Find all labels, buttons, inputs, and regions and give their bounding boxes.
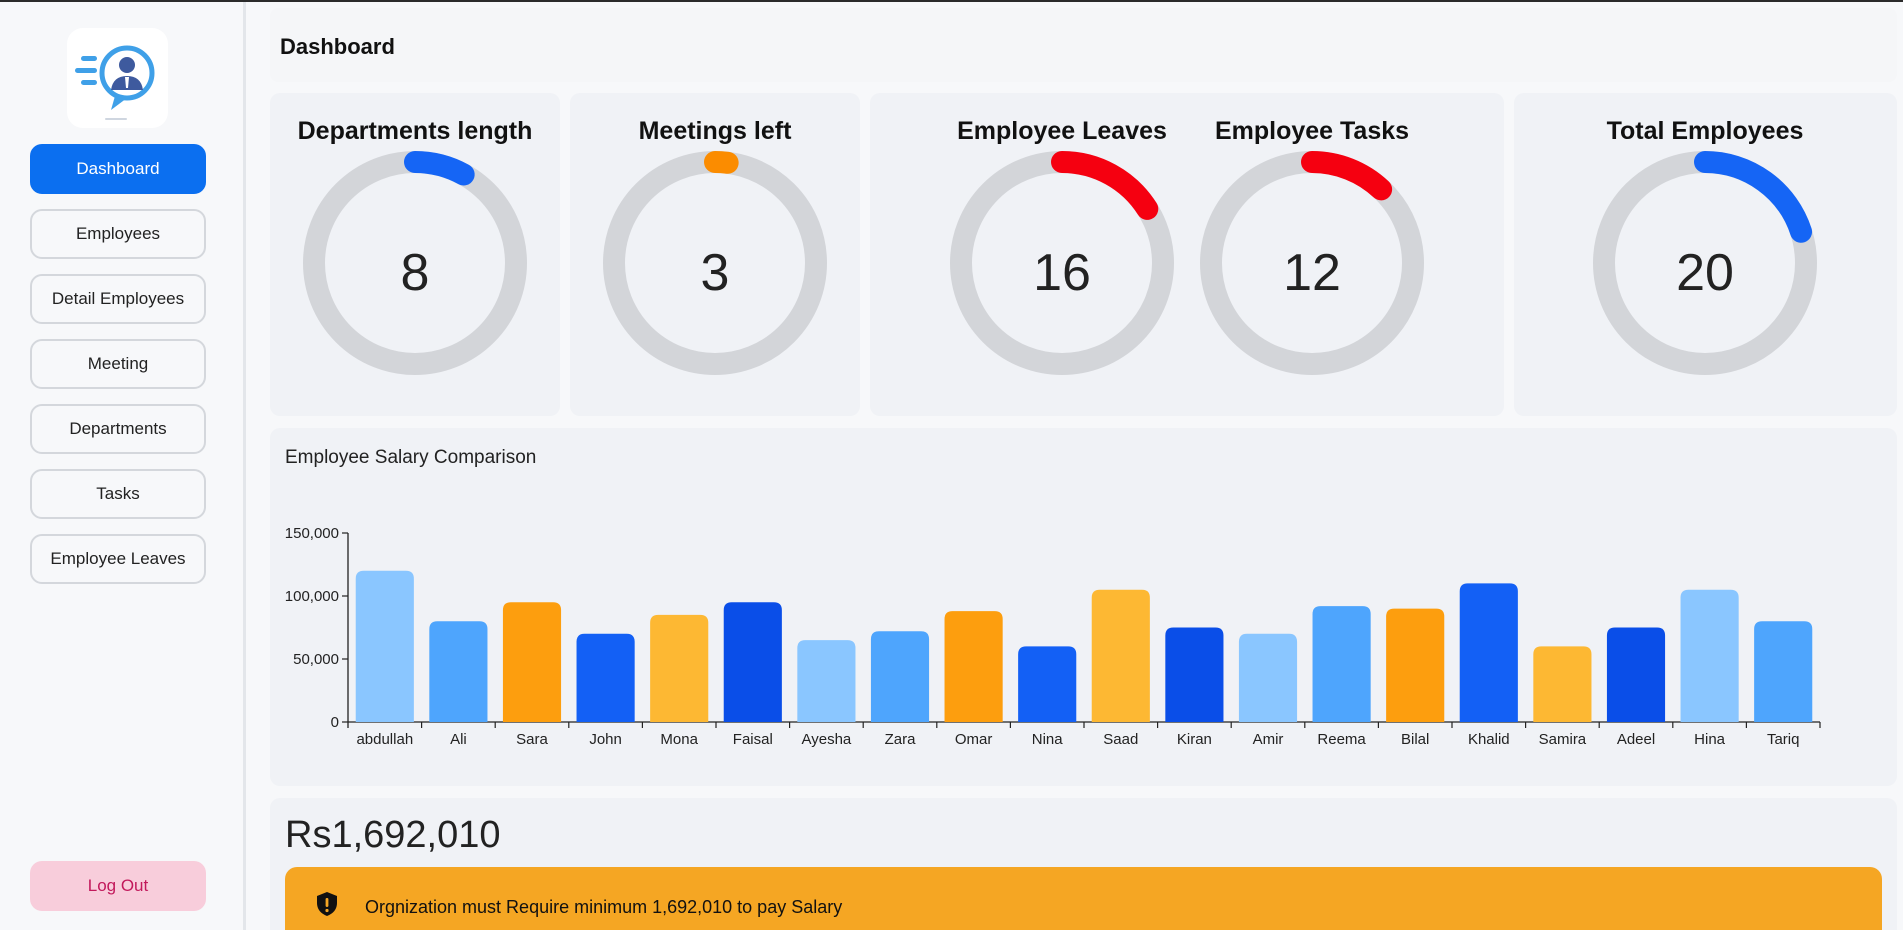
x-tick-label: Kiran bbox=[1177, 731, 1212, 748]
x-tick-label: Mona bbox=[660, 731, 698, 748]
bar[interactable] bbox=[429, 621, 488, 722]
bar[interactable] bbox=[723, 602, 782, 722]
bar[interactable] bbox=[1606, 627, 1666, 723]
employee-leaves-tasks-card: Employee Leaves 16 Employee Tasks 12 bbox=[870, 93, 1504, 416]
total-salary-amount: Rs1,692,010 bbox=[285, 814, 501, 856]
bar[interactable] bbox=[1533, 646, 1592, 722]
x-tick-label: abdullah bbox=[356, 731, 413, 748]
x-tick-label: Amir bbox=[1253, 731, 1284, 748]
gauge-value: 20 bbox=[1676, 244, 1734, 302]
page-header: Dashboard bbox=[270, 8, 1897, 82]
y-tick-label: 0 bbox=[331, 714, 339, 731]
x-tick-label: Ayesha bbox=[802, 731, 852, 748]
meetings-card: Meetings left 3 bbox=[570, 93, 860, 416]
x-tick-label: Faisal bbox=[733, 731, 773, 748]
x-tick-label: Tariq bbox=[1767, 731, 1800, 748]
gauge-value: 16 bbox=[1033, 244, 1091, 302]
bar[interactable] bbox=[1238, 633, 1298, 722]
departments-card: Departments length 8 bbox=[270, 93, 560, 416]
gauge-progress-arc bbox=[704, 151, 739, 174]
bar[interactable] bbox=[1680, 589, 1739, 722]
salary-bar-chart: 0 50,000 100,000 150,000 abdullah Ali Sara John… bbox=[285, 525, 1821, 748]
x-tick-label: Omar bbox=[955, 731, 993, 748]
gauge-progress-arc bbox=[1051, 151, 1159, 220]
x-tick-label: Adeel bbox=[1617, 731, 1655, 748]
bar[interactable] bbox=[355, 570, 414, 722]
shield-alert-icon bbox=[317, 892, 337, 916]
bar[interactable] bbox=[502, 602, 562, 722]
logout-button[interactable]: Log Out bbox=[30, 861, 206, 911]
gauge-progress-arc bbox=[1694, 151, 1813, 243]
gauge-value: 12 bbox=[1283, 244, 1341, 302]
total-salary-card: Rs1,692,010 Orgnization must Require min… bbox=[270, 798, 1897, 930]
bar[interactable] bbox=[1312, 606, 1371, 722]
bar[interactable] bbox=[1165, 627, 1224, 723]
y-tick-label: 100,000 bbox=[285, 588, 339, 605]
x-tick-label: Reema bbox=[1317, 731, 1366, 748]
bar[interactable] bbox=[1386, 608, 1445, 722]
x-tick-label: Zara bbox=[885, 731, 917, 748]
bar[interactable] bbox=[797, 640, 856, 722]
gauge-progress-arc bbox=[1301, 151, 1393, 201]
sidebar-item-tasks[interactable]: Tasks bbox=[30, 469, 206, 519]
bar[interactable] bbox=[1018, 646, 1077, 722]
salary-warning-alert: Orgnization must Require minimum 1,692,0… bbox=[285, 867, 1882, 930]
bar[interactable] bbox=[944, 611, 1003, 722]
x-tick-label: Khalid bbox=[1468, 731, 1510, 748]
employee-logo-icon bbox=[75, 45, 155, 120]
gauge-value: 3 bbox=[700, 244, 730, 302]
sidebar-item-employee-leaves[interactable]: Employee Leaves bbox=[30, 534, 206, 584]
page-title: Dashboard bbox=[280, 34, 395, 59]
total-employees-card: Total Employees 20 bbox=[1514, 93, 1897, 416]
gauge-value: 8 bbox=[400, 244, 430, 302]
bar[interactable] bbox=[1754, 621, 1813, 722]
x-tick-label: Hina bbox=[1694, 731, 1726, 748]
warning-text: Orgnization must Require minimum 1,692,0… bbox=[365, 897, 843, 917]
sidebar-item-dashboard[interactable]: Dashboard bbox=[30, 144, 206, 194]
x-tick-label: Sara bbox=[516, 731, 548, 748]
bar[interactable] bbox=[1091, 589, 1150, 722]
bar[interactable] bbox=[1459, 583, 1518, 722]
salary-chart-card: Employee Salary Comparison 0 50,000 100,00… bbox=[270, 428, 1897, 786]
sidebar-item-meeting[interactable]: Meeting bbox=[30, 339, 206, 389]
sidebar-item-employees[interactable]: Employees bbox=[30, 209, 206, 259]
gauge-progress-arc bbox=[404, 151, 475, 186]
sidebar: Dashboard Employees Detail Employees Mee… bbox=[0, 2, 246, 930]
bar[interactable] bbox=[576, 633, 635, 722]
x-tick-label: Ali bbox=[450, 731, 467, 748]
sidebar-item-detail-employees[interactable]: Detail Employees bbox=[30, 274, 206, 324]
app-logo[interactable] bbox=[67, 28, 168, 128]
bar[interactable] bbox=[650, 614, 709, 722]
x-tick-label: Bilal bbox=[1401, 731, 1429, 748]
y-tick-label: 50,000 bbox=[293, 651, 339, 668]
x-tick-label: Samira bbox=[1539, 731, 1587, 748]
x-tick-label: Saad bbox=[1103, 731, 1138, 748]
bar[interactable] bbox=[870, 631, 930, 722]
y-tick-label: 150,000 bbox=[285, 525, 339, 542]
sidebar-item-departments[interactable]: Departments bbox=[30, 404, 206, 454]
window-top-border bbox=[0, 0, 1903, 2]
x-tick-label: Nina bbox=[1032, 731, 1064, 748]
x-tick-label: John bbox=[589, 731, 622, 748]
